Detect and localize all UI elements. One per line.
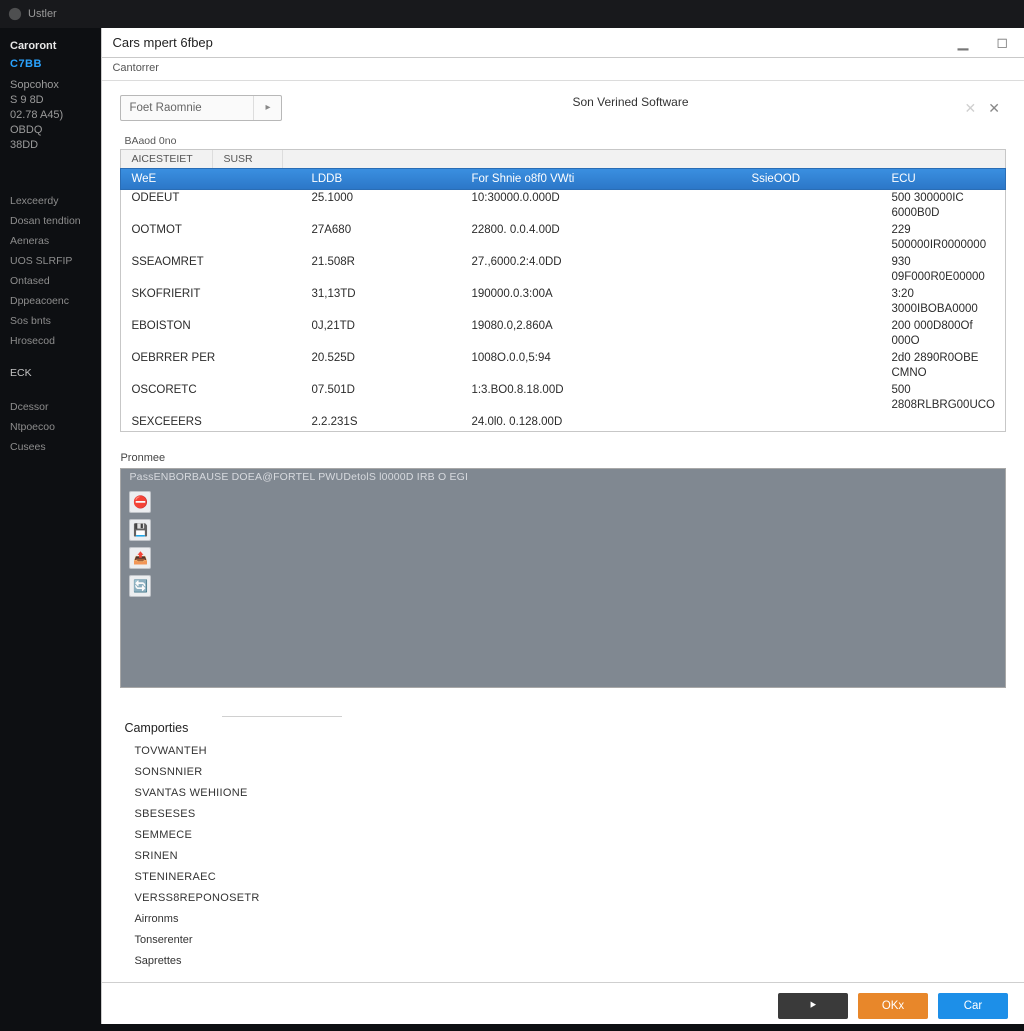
section-label: Son Verined Software (572, 95, 688, 109)
window-title: Cars mpert 6fbep (112, 35, 957, 50)
property-item[interactable]: Srinen (124, 846, 1002, 867)
filter-dropdown[interactable]: Foet Raomnie ▸ (120, 95, 282, 121)
sidebar-nav: Lexceerdy Dosan tendtion Aeneras UOS SLR… (10, 193, 91, 455)
col-header[interactable]: LDDB (301, 169, 461, 189)
sidebar-item[interactable]: Dosan tendtion (10, 213, 91, 229)
property-item[interactable]: Svantas Wehiione (124, 783, 1002, 804)
data-grid: BAaod 0no AICESTEIET SUSR WeE LDDB For S… (102, 135, 1024, 432)
property-item[interactable]: Semmece (124, 825, 1002, 846)
table-row[interactable]: SEXCEEERS2.2.231S24.0l0. 0.128.00D (121, 414, 1005, 431)
table-row[interactable]: EBOISTON0J,21TD19080.0,2.860A200 000D800… (121, 318, 1005, 350)
sidebar-item[interactable]: Dppeacoenc (10, 293, 91, 309)
properties-section: Camporties TovWantehSonsnnierSvantas Weh… (102, 717, 1024, 982)
preview-pane: PassENBORBAUSE DOEA@FORTEL PWUDetolS l00… (120, 468, 1006, 688)
grid-tabs: AICESTEIET SUSR (120, 149, 1006, 168)
grid-label: BAaod 0no (124, 135, 1006, 147)
chevron-right-icon: ▸ (253, 96, 281, 120)
minimize-icon[interactable]: ▁ (958, 34, 969, 51)
app-titlebar: Ustler (0, 0, 1024, 28)
preview-section: Pronmee PassENBORBAUSE DOEA@FORTEL PWUDe… (120, 452, 1006, 688)
sidebar-item[interactable]: UOS SLRFIP (10, 253, 91, 269)
property-item[interactable]: Saprettes (124, 951, 1002, 972)
property-item[interactable]: Sonsnnier (124, 762, 1002, 783)
property-item[interactable]: Tonserenter (124, 930, 1002, 951)
stop-icon[interactable]: ⛔ (129, 491, 151, 513)
sidebar: Caroront C7BB SopcohoxS 9 8D 02.78 A45)O… (0, 28, 101, 1024)
grid-tab[interactable]: AICESTEIET (121, 150, 213, 168)
col-header[interactable]: For Shnie o8f0 VWti (461, 169, 741, 189)
property-item[interactable]: Airronms (124, 909, 1002, 930)
sidebar-item[interactable]: Cusees (10, 439, 91, 455)
sidebar-item[interactable]: Ntpoecoo (10, 419, 91, 435)
table-row[interactable]: SSEAOMRET21.508R27.,6000.2:4.0DD930 09F0… (121, 254, 1005, 286)
table-row[interactable]: OSCORETC07.501D1:3.BO0.8.18.00D500 2808R… (121, 382, 1005, 414)
app-title: Ustler (28, 8, 57, 20)
sidebar-item[interactable]: Hrosecod (10, 333, 91, 349)
close-icon[interactable]: ✕ (988, 100, 1000, 117)
window-header: Cars mpert 6fbep ▁ ◻ (102, 28, 1024, 58)
soft-close-icon[interactable]: ✕ (965, 100, 977, 117)
control-row: Foet Raomnie ▸ Son Verined Software ✕ ✕ (102, 81, 1024, 135)
sidebar-key[interactable]: ECK (10, 365, 91, 381)
sidebar-active-code[interactable]: C7BB (10, 58, 91, 70)
table-row[interactable]: OOTMOT27A68022800. 0.0.4.00D229 500000IR… (121, 222, 1005, 254)
main-content: Cars mpert 6fbep ▁ ◻ Cantorrer Foet Raom… (101, 28, 1024, 1024)
sidebar-item[interactable]: Lexceerdy (10, 193, 91, 209)
preview-label: Pronmee (120, 452, 1006, 464)
property-item[interactable]: Sbeseses (124, 804, 1002, 825)
column-headers: WeE LDDB For Shnie o8f0 VWti SsieOOD ECU (120, 168, 1006, 190)
col-header[interactable]: SsieOOD (741, 169, 881, 189)
sidebar-heading: Caroront (10, 40, 91, 52)
export-icon[interactable]: 📤 (129, 547, 151, 569)
sidebar-item[interactable]: Sos bnts (10, 313, 91, 329)
sidebar-item[interactable]: Aeneras (10, 233, 91, 249)
save-icon[interactable]: 💾 (129, 519, 151, 541)
table-row[interactable]: OEBRRER PER20.525D1008O.0.0,5:942d0 2890… (121, 350, 1005, 382)
maximize-icon[interactable]: ◻ (996, 34, 1008, 51)
back-button[interactable]: ⯈ (778, 993, 848, 1019)
property-item[interactable]: TovWanteh (124, 741, 1002, 762)
refresh-icon[interactable]: 🔄 (129, 575, 151, 597)
preview-path: PassENBORBAUSE DOEA@FORTEL PWUDetolS l00… (129, 471, 468, 483)
cancel-button[interactable]: Car (938, 993, 1008, 1019)
ok-button[interactable]: OKx (858, 993, 928, 1019)
table-row[interactable]: SKOFRIERIT31,13TD190000.0.3:00A3:20 3000… (121, 286, 1005, 318)
sidebar-item[interactable]: Dcessor (10, 399, 91, 415)
app-icon (8, 7, 22, 21)
sidebar-info: SopcohoxS 9 8D 02.78 A45)OBDQ 38DD (10, 78, 91, 153)
property-item[interactable]: Stenineraec (124, 867, 1002, 888)
window-subtitle: Cantorrer (102, 58, 1024, 81)
col-header[interactable]: WeE (121, 169, 301, 189)
property-item[interactable]: Verss8reponosetr (124, 888, 1002, 909)
col-header[interactable]: ECU (881, 169, 1005, 189)
sidebar-item[interactable]: Ontased (10, 273, 91, 289)
table-row[interactable]: ODEEUT25.100010:30000.0.000D500 300000IC… (121, 190, 1005, 222)
properties-title: Camporties (124, 721, 1002, 735)
filter-value: Foet Raomnie (121, 102, 253, 114)
grid-tab[interactable]: SUSR (213, 150, 283, 168)
